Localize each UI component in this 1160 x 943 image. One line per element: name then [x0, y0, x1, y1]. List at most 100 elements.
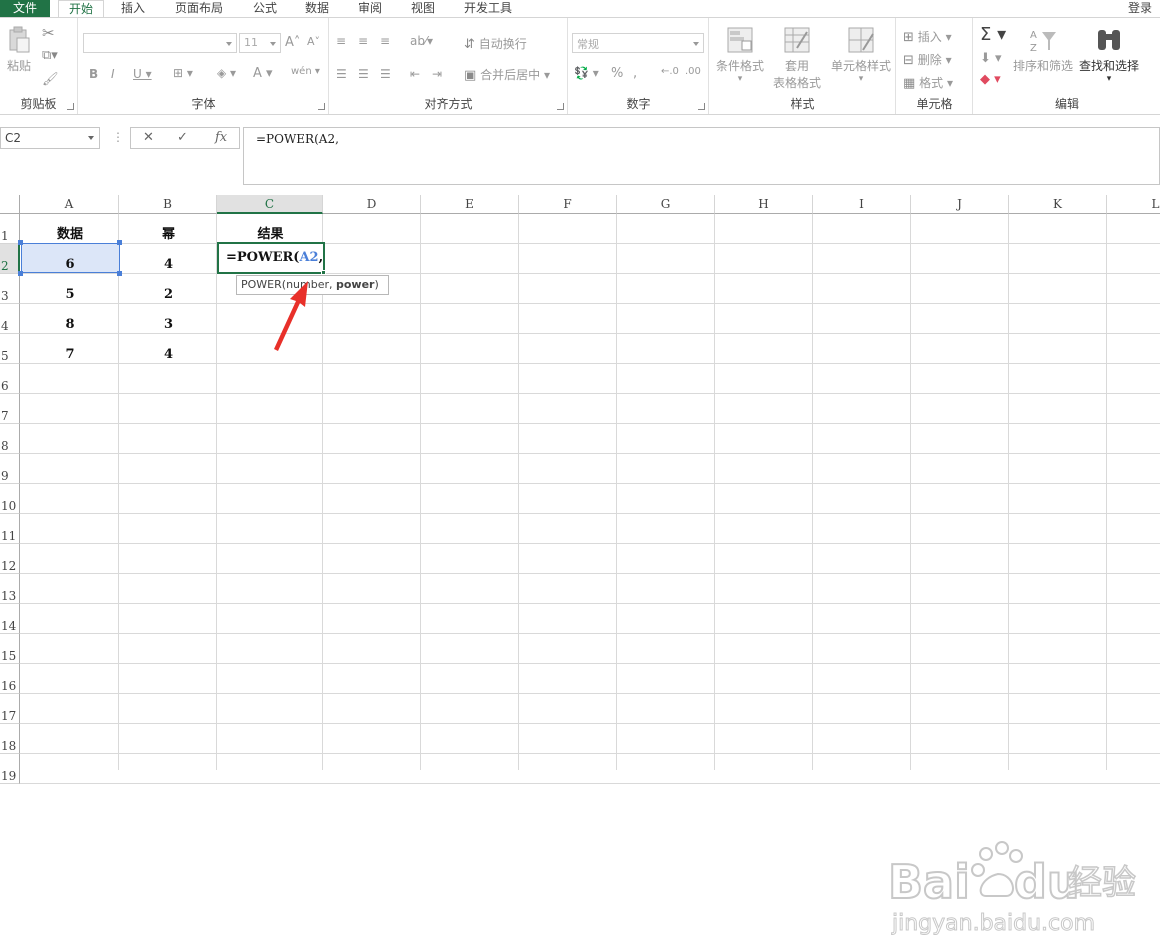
tab-page-layout[interactable]: 页面布局 — [168, 0, 230, 17]
tab-review[interactable]: 审阅 — [350, 0, 390, 17]
tab-formulas[interactable]: 公式 — [245, 0, 285, 17]
row-header-10[interactable]: 10 — [0, 484, 20, 514]
conditional-format-label: 条件格式 — [715, 59, 764, 73]
insert-function-icon[interactable]: fx — [215, 130, 227, 145]
find-select-button[interactable]: 查找和选择 ▾ — [1074, 26, 1144, 84]
table-format-label-1: 套用 — [784, 59, 809, 73]
formula-bar-grip[interactable]: ⋮ — [112, 130, 124, 144]
decrease-decimal-icon[interactable]: .00 — [685, 66, 701, 77]
wrap-text-icon: ⇵ — [464, 37, 475, 52]
merge-label: 合并后居中 — [480, 68, 541, 82]
row-header-16[interactable]: 16 — [0, 664, 20, 694]
row-header-9[interactable]: 9 — [0, 454, 20, 484]
clipboard-launcher-icon[interactable] — [67, 103, 74, 110]
clear-icon[interactable]: ◆ ▾ — [980, 72, 1001, 87]
row-header-18[interactable]: 18 — [0, 724, 20, 754]
row-header-7[interactable]: 7 — [0, 394, 20, 424]
percent-icon[interactable]: % — [611, 66, 623, 81]
tab-view[interactable]: 视图 — [403, 0, 443, 17]
paste-button[interactable]: 粘贴 — [4, 26, 34, 82]
row-header-19[interactable]: 19 — [0, 754, 20, 784]
sort-filter-button[interactable]: AZ 排序和筛选 — [1012, 26, 1074, 74]
row-header-17[interactable]: 17 — [0, 694, 20, 724]
align-bottom-icon[interactable]: ≡ — [380, 34, 390, 48]
align-middle-icon[interactable]: ≡ — [358, 34, 368, 48]
row-gridline — [20, 693, 1160, 694]
copy-icon[interactable]: ⧉▾ — [42, 48, 58, 63]
row-header-11[interactable]: 11 — [0, 514, 20, 544]
column-header-i[interactable]: I — [813, 195, 911, 214]
column-header-f[interactable]: F — [519, 195, 617, 214]
phonetic-icon[interactable]: wén ▾ — [291, 66, 320, 77]
group-cells: ⊞ 插入 ▾ ⊟ 删除 ▾ ▦ 格式 ▾ 单元格 — [897, 18, 973, 114]
row-header-12[interactable]: 12 — [0, 544, 20, 574]
number-launcher-icon[interactable] — [698, 103, 705, 110]
shrink-font-icon[interactable]: A˅ — [307, 35, 320, 48]
increase-indent-icon[interactable]: ⇥ — [432, 67, 442, 81]
grow-font-icon[interactable]: A˄ — [285, 35, 300, 50]
increase-decimal-icon[interactable]: ←.0 — [661, 66, 679, 77]
insert-cells-button[interactable]: ⊞ 插入 ▾ — [903, 28, 952, 45]
tab-file[interactable]: 文件 — [0, 0, 50, 17]
autosum-icon[interactable]: Σ ▾ — [980, 24, 1006, 45]
number-format-combo[interactable]: 常规 — [572, 33, 704, 53]
decrease-indent-icon[interactable]: ⇤ — [410, 67, 420, 81]
row-header-14[interactable]: 14 — [0, 604, 20, 634]
italic-icon[interactable]: I — [111, 67, 115, 81]
format-as-table-button[interactable]: 套用 表格格式 — [768, 26, 826, 91]
accounting-icon[interactable]: 💱 ▾ — [574, 66, 599, 80]
wrap-text-button[interactable]: ⇵ 自动换行 — [464, 35, 527, 52]
format-painter-icon[interactable]: 🖌 — [42, 72, 59, 87]
underline-icon[interactable]: U ▾ — [133, 67, 152, 81]
column-header-e[interactable]: E — [421, 195, 519, 214]
login-link[interactable]: 登录 — [1128, 0, 1152, 16]
column-header-g[interactable]: G — [617, 195, 715, 214]
tab-developer[interactable]: 开发工具 — [455, 0, 521, 17]
align-top-icon[interactable]: ≡ — [336, 34, 346, 48]
cell-styles-button[interactable]: 单元格样式 ▾ — [826, 26, 896, 84]
worksheet-grid[interactable]: ABCDEFGHIJKL 1 2 3 4 5 6 7 8 9 10 11 12 13 14 15 16 17 18… — [0, 195, 1160, 937]
row-gridline — [20, 513, 1160, 514]
align-right-icon[interactable]: ☰ — [380, 67, 391, 81]
delete-cells-label: 删除 — [917, 53, 942, 67]
column-header-h[interactable]: H — [715, 195, 813, 214]
fill-icon[interactable]: ⬇ ▾ — [980, 51, 1002, 66]
conditional-format-button[interactable]: 条件格式 ▾ — [712, 26, 768, 84]
row-header-13[interactable]: 13 — [0, 574, 20, 604]
merge-center-button[interactable]: ▣ 合并后居中 ▾ — [464, 66, 550, 83]
tab-insert[interactable]: 插入 — [113, 0, 153, 17]
cancel-icon[interactable]: ✕ — [143, 130, 154, 145]
orientation-icon[interactable]: ab⁄▾ — [410, 34, 433, 48]
column-header-j[interactable]: J — [911, 195, 1009, 214]
delete-cells-icon: ⊟ — [903, 53, 914, 68]
formula-input[interactable]: =POWER(A2, — [243, 127, 1160, 185]
sort-filter-icon: AZ — [1030, 30, 1056, 54]
comma-icon[interactable]: , — [633, 66, 637, 81]
border-icon[interactable]: ⊞ ▾ — [173, 66, 193, 80]
watermark-brand: Bai — [888, 855, 970, 909]
fill-color-icon[interactable]: ◈ ▾ — [217, 66, 236, 80]
font-group-label: 字体 — [191, 97, 216, 111]
align-left-icon[interactable]: ☰ — [336, 67, 347, 81]
tab-data[interactable]: 数据 — [297, 0, 337, 17]
enter-icon[interactable]: ✓ — [177, 130, 188, 145]
row-header-8[interactable]: 8 — [0, 424, 20, 454]
font-color-icon[interactable]: A ▾ — [253, 66, 273, 81]
row-header-15[interactable]: 15 — [0, 634, 20, 664]
format-cells-button[interactable]: ▦ 格式 ▾ — [903, 74, 953, 91]
align-center-icon[interactable]: ☰ — [358, 67, 369, 81]
alignment-launcher-icon[interactable] — [557, 103, 564, 110]
table-format-label-2: 表格格式 — [772, 76, 821, 90]
cut-icon[interactable]: ✂ — [42, 24, 55, 42]
font-launcher-icon[interactable] — [318, 103, 325, 110]
bold-icon[interactable]: B — [89, 67, 98, 81]
column-header-l[interactable]: L — [1107, 195, 1160, 214]
column-header-k[interactable]: K — [1009, 195, 1107, 214]
font-size-combo[interactable]: 11 — [239, 33, 281, 53]
tab-home[interactable]: 开始 — [58, 0, 104, 17]
delete-cells-button[interactable]: ⊟ 删除 ▾ — [903, 51, 952, 68]
name-box[interactable]: C2 — [0, 127, 100, 149]
font-name-combo[interactable] — [83, 33, 237, 53]
annotation-arrow-icon — [274, 281, 308, 351]
row-gridline — [20, 723, 1160, 724]
